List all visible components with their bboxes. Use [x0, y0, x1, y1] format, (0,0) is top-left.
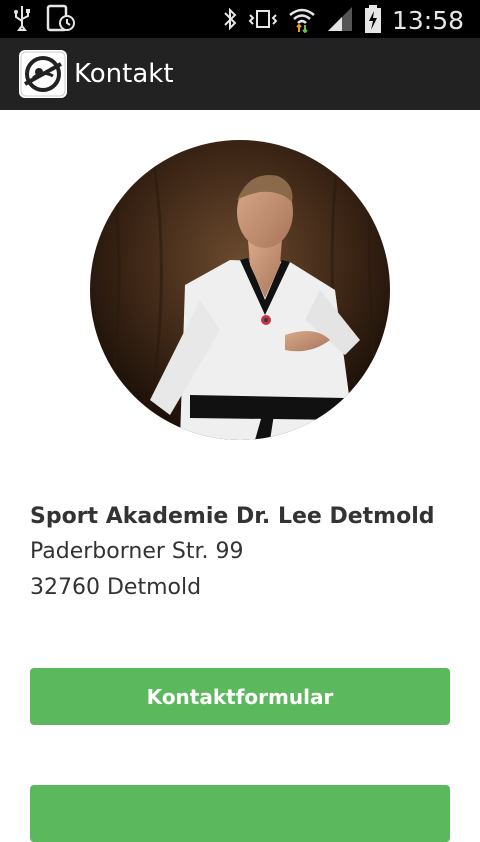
bluetooth-icon: [222, 5, 238, 37]
secondary-button[interactable]: [30, 785, 450, 842]
vibrate-icon: [248, 5, 278, 37]
address-name: Sport Akademie Dr. Lee Detmold: [30, 504, 435, 529]
app-logo-icon[interactable]: [19, 50, 67, 98]
status-bar: 13:58: [0, 0, 480, 38]
contact-form-button[interactable]: Kontaktformular: [30, 668, 450, 725]
clock-sync-icon: [46, 4, 76, 36]
status-time: 13:58: [391, 6, 464, 35]
address-city: 32760 Detmold: [30, 575, 202, 600]
battery-charging-icon: [364, 4, 382, 38]
main-content: Sport Akademie Dr. Lee Detmold Paderborn…: [0, 110, 480, 842]
action-bar: Kontakt: [0, 38, 480, 110]
usb-icon: [12, 4, 32, 36]
portrait-photo: [90, 140, 390, 440]
page-title: Kontakt: [74, 59, 174, 89]
wifi-icon: [288, 5, 316, 37]
signal-icon: [326, 5, 354, 37]
address-street: Paderborner Str. 99: [30, 539, 244, 564]
contact-address: Sport Akademie Dr. Lee Detmold Paderborn…: [30, 500, 450, 606]
